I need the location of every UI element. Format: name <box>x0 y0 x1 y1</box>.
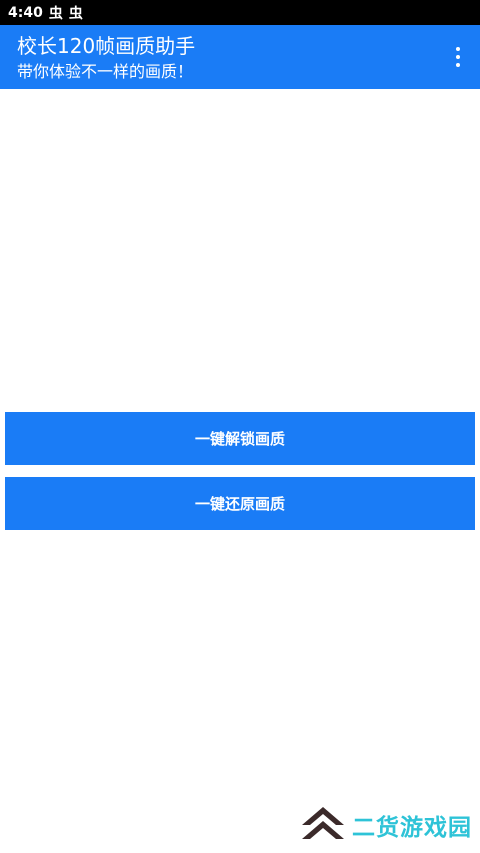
app-subtitle: 带你体验不一样的画质！ <box>17 62 194 81</box>
app-bar: 校长120帧画质助手 带你体验不一样的画质！ <box>0 25 480 89</box>
restore-quality-button[interactable]: 一键还原画质 <box>5 477 475 530</box>
menu-dot <box>456 55 460 59</box>
more-vert-icon[interactable] <box>446 41 470 73</box>
bug-icon: 虫 <box>48 5 63 22</box>
status-bar: 4:40 虫 虫 <box>0 0 480 25</box>
unlock-quality-button[interactable]: 一键解锁画质 <box>5 412 475 465</box>
watermark: 二货游戏园 <box>300 803 472 847</box>
bug-icon: 虫 <box>68 5 83 22</box>
menu-dot <box>456 63 460 67</box>
menu-dot <box>456 47 460 51</box>
double-chevron-up-logo-icon <box>302 807 344 839</box>
status-time: 4:40 <box>8 4 43 21</box>
app-title: 校长120帧画质助手 <box>17 34 196 58</box>
watermark-text: 二货游戏园 <box>352 815 472 841</box>
